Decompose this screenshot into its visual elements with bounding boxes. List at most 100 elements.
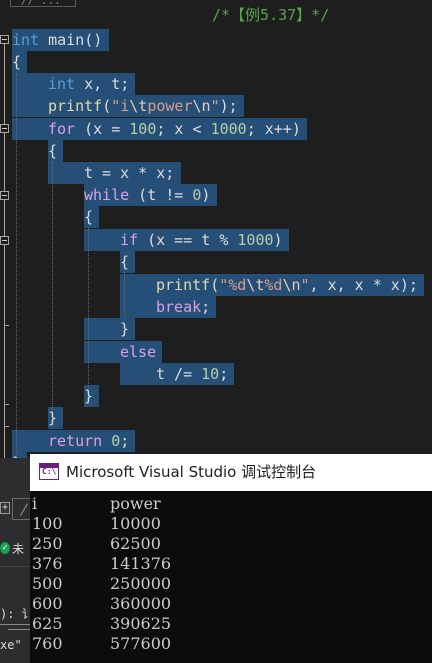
code-line[interactable]: { xyxy=(120,251,129,273)
code-token: 1000 xyxy=(210,120,247,138)
code-token: 100 xyxy=(129,120,157,138)
cell-i: 500 xyxy=(32,574,63,593)
panel-border-fragment xyxy=(0,624,30,636)
code-line[interactable]: while (t != 0) xyxy=(84,184,210,206)
cell-i: 760 xyxy=(32,634,63,653)
console-row: 600 360000 xyxy=(32,594,171,614)
cell-power: 577600 xyxy=(110,634,172,653)
fold-line xyxy=(4,44,5,458)
code-token: ; x++) xyxy=(246,120,301,138)
console-row: 250 62500 xyxy=(32,534,171,554)
code-line[interactable]: { xyxy=(12,51,21,73)
cell-power: 141376 xyxy=(110,554,172,573)
cell-power: 360000 xyxy=(110,594,172,613)
code-token: 0 xyxy=(111,432,121,450)
code-token: ; xyxy=(201,298,211,316)
cell-i: 625 xyxy=(32,614,63,633)
code-token: { xyxy=(12,53,22,71)
code-token: , x, x * x); xyxy=(309,276,418,294)
code-line[interactable]: for (x = 100; x < 1000; x++) xyxy=(48,118,301,140)
code-token: "i xyxy=(111,97,130,115)
expand-icon[interactable]: + xyxy=(0,502,10,514)
console-row: 500 250000 xyxy=(32,574,171,594)
console-title: Microsoft Visual Studio 调试控制台 xyxy=(66,463,317,481)
console-app-icon: C:\ xyxy=(39,463,59,480)
indent-guide xyxy=(52,162,53,412)
code-token: 10 xyxy=(201,365,220,383)
code-token: int xyxy=(12,31,40,49)
code-token: ( xyxy=(102,97,112,115)
collapsed-region-fragment[interactable]: // ... xyxy=(10,0,76,7)
code-token: } xyxy=(120,320,130,338)
output-fragment-bottom: xe" xyxy=(0,638,22,652)
code-token: printf xyxy=(156,276,211,294)
code-token: ) xyxy=(273,231,283,249)
header-col-i: i xyxy=(32,494,38,513)
code-token: x, t; xyxy=(75,75,130,93)
cell-i: 100 xyxy=(32,514,63,533)
code-line[interactable]: int x, t; xyxy=(48,73,129,95)
code-line[interactable]: printf("%d\t%d\n", x, x * x); xyxy=(156,274,418,296)
indent-guide xyxy=(88,228,89,404)
code-line[interactable]: if (x == t % 1000) xyxy=(120,229,283,251)
code-line[interactable]: break; xyxy=(156,296,210,318)
header-col-power: power xyxy=(110,494,161,513)
code-line[interactable]: } xyxy=(120,318,129,340)
code-token: power xyxy=(147,97,193,115)
code-line[interactable]: printf("i\tpower\n"); xyxy=(48,95,238,117)
code-editor[interactable]: // ... /*【例5.37】*/int main(){int x, t; pr… xyxy=(0,0,432,458)
code-token: (x == t % xyxy=(138,231,238,249)
fold-gutter xyxy=(0,0,10,458)
code-line[interactable]: { xyxy=(48,140,57,162)
console-row: 376 141376 xyxy=(32,554,171,574)
code-token: ); xyxy=(219,97,238,115)
fold-toggle-for[interactable] xyxy=(0,124,9,133)
side-panel-fragment: + ✓ 未 ): 讠 xe" xyxy=(0,458,34,663)
code-line[interactable]: } xyxy=(48,407,57,429)
code-token: \n xyxy=(192,97,211,115)
code-token: " xyxy=(300,276,310,294)
code-token: ; x < xyxy=(156,120,211,138)
code-token: for xyxy=(48,120,76,138)
cell-i: 600 xyxy=(32,594,63,613)
console-title-bar[interactable]: C:\ Microsoft Visual Studio 调试控制台 xyxy=(30,454,432,491)
code-line[interactable]: else xyxy=(120,341,156,363)
code-line[interactable]: return 0; xyxy=(48,430,129,452)
cell-i: 376 xyxy=(32,554,63,573)
code-token: t /= xyxy=(156,365,202,383)
code-token: else xyxy=(120,343,157,361)
indent-guide xyxy=(16,74,17,454)
code-token: { xyxy=(120,253,130,271)
code-line[interactable]: { xyxy=(84,206,93,228)
console-row: 625 390625 xyxy=(32,614,171,634)
code-token: t = x * x; xyxy=(84,164,175,182)
code-line[interactable]: /*【例5.37】*/ xyxy=(212,4,329,26)
console-row: 760 577600 xyxy=(32,634,171,654)
code-token: /*【例5.37】*/ xyxy=(212,6,330,24)
code-token: return xyxy=(48,432,103,450)
code-line[interactable]: t /= 10; xyxy=(156,363,228,385)
code-token: (x = xyxy=(75,120,130,138)
code-token: { xyxy=(84,208,94,226)
console-output: i power 100 10000 250 62500 376 141376 500 25000… xyxy=(32,494,171,654)
fold-end-tick xyxy=(4,404,9,405)
code-line[interactable]: int main() xyxy=(12,29,102,51)
line-tool-icon[interactable] xyxy=(12,498,30,520)
fold-toggle-while[interactable] xyxy=(0,191,9,200)
cell-power: 390625 xyxy=(110,614,172,633)
code-token: if xyxy=(120,231,139,249)
check-icon: ✓ xyxy=(0,542,10,554)
cell-i: 250 xyxy=(32,534,63,553)
fold-toggle-if[interactable] xyxy=(0,236,9,245)
fold-toggle-main[interactable] xyxy=(0,35,9,44)
console-row: 100 10000 xyxy=(32,514,171,534)
code-line[interactable]: t = x * x; xyxy=(84,162,174,184)
cell-power: 250000 xyxy=(110,574,172,593)
code-token: ; xyxy=(120,432,130,450)
debug-console-window[interactable]: C:\ Microsoft Visual Studio 调试控制台 i power… xyxy=(30,454,432,663)
code-token: { xyxy=(48,142,58,160)
code-line[interactable]: } xyxy=(84,385,93,407)
indent-guide xyxy=(124,272,125,318)
status-text: 未 xyxy=(12,542,25,556)
